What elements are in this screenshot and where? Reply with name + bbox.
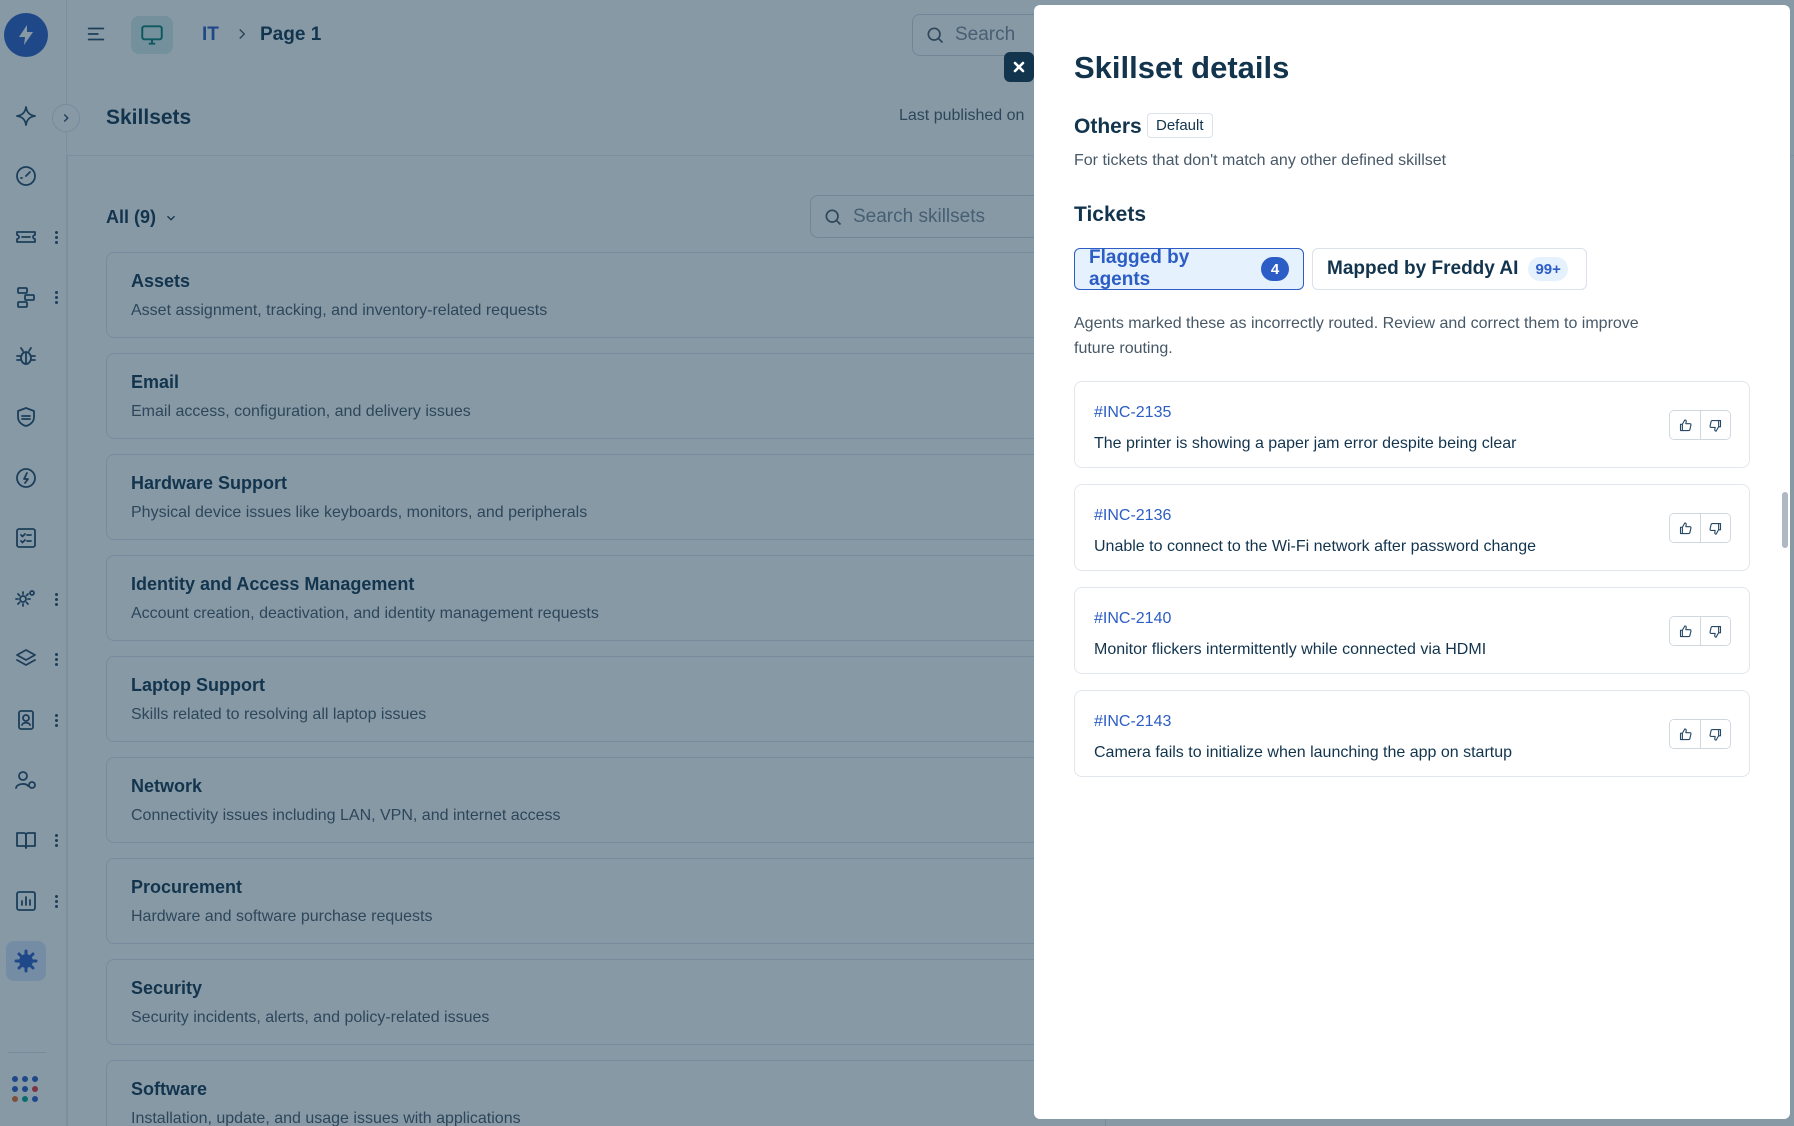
- tab-count-badge: 4: [1261, 257, 1289, 281]
- ticket-id-link[interactable]: #INC-2136: [1094, 507, 1171, 525]
- thumbs-up-icon: [1679, 521, 1692, 534]
- close-drawer-button[interactable]: [1004, 52, 1034, 82]
- feedback-button-group: [1669, 513, 1731, 543]
- tab-count-badge: 99+: [1528, 257, 1568, 281]
- tab-label: Mapped by Freddy AI: [1327, 258, 1519, 279]
- thumbs-up-button[interactable]: [1670, 617, 1700, 645]
- thumbs-up-icon: [1679, 418, 1692, 431]
- ticket-card: #INC-2140 Monitor flickers intermittentl…: [1074, 587, 1750, 674]
- thumbs-down-button[interactable]: [1700, 617, 1730, 645]
- feedback-button-group: [1669, 719, 1731, 749]
- default-badge: Default: [1147, 113, 1213, 138]
- ticket-subject: The printer is showing a paper jam error…: [1094, 435, 1517, 452]
- selected-skillset-name: Others: [1074, 115, 1142, 138]
- ticket-card: #INC-2136 Unable to connect to the Wi-Fi…: [1074, 484, 1750, 571]
- tab-label: Flagged by agents: [1089, 247, 1190, 290]
- thumbs-down-icon: [1709, 419, 1722, 432]
- thumbs-down-icon: [1709, 522, 1722, 535]
- tab-mapped-by-freddy-ai[interactable]: Mapped by Freddy AI 99+: [1312, 248, 1587, 290]
- flagged-helper-text: Agents marked these as incorrectly route…: [1074, 315, 1639, 357]
- thumbs-up-button[interactable]: [1670, 514, 1700, 542]
- thumbs-down-button[interactable]: [1700, 720, 1730, 748]
- feedback-button-group: [1669, 616, 1731, 646]
- ticket-id-link[interactable]: #INC-2135: [1094, 404, 1171, 422]
- thumbs-up-icon: [1679, 624, 1692, 637]
- thumbs-down-button[interactable]: [1700, 514, 1730, 542]
- ticket-list: #INC-2135 The printer is showing a paper…: [1074, 381, 1750, 793]
- drawer-scrollbar[interactable]: [1782, 492, 1788, 548]
- tickets-heading: Tickets: [1074, 203, 1146, 226]
- thumbs-down-button[interactable]: [1700, 411, 1730, 439]
- skillset-details-drawer: Skillset details Others Default For tick…: [1034, 5, 1790, 1119]
- thumbs-up-button[interactable]: [1670, 411, 1700, 439]
- ticket-card: #INC-2143 Camera fails to initialize whe…: [1074, 690, 1750, 777]
- ticket-id-link[interactable]: #INC-2140: [1094, 610, 1171, 628]
- ticket-subject: Unable to connect to the Wi-Fi network a…: [1094, 538, 1536, 555]
- selected-skillset-description: For tickets that don't match any other d…: [1074, 152, 1447, 169]
- ticket-subject: Monitor flickers intermittently while co…: [1094, 641, 1487, 658]
- thumbs-down-icon: [1709, 625, 1722, 638]
- close-icon: [1013, 61, 1025, 73]
- ticket-subject: Camera fails to initialize when launchin…: [1094, 744, 1513, 761]
- feedback-button-group: [1669, 410, 1731, 440]
- drawer-title: Skillset details: [1074, 50, 1290, 85]
- ticket-id-link[interactable]: #INC-2143: [1094, 713, 1171, 731]
- thumbs-up-icon: [1679, 727, 1692, 740]
- thumbs-up-button[interactable]: [1670, 720, 1700, 748]
- ticket-card: #INC-2135 The printer is showing a paper…: [1074, 381, 1750, 468]
- thumbs-down-icon: [1709, 728, 1722, 741]
- tab-flagged-by-agents[interactable]: Flagged by agents 4: [1074, 247, 1304, 290]
